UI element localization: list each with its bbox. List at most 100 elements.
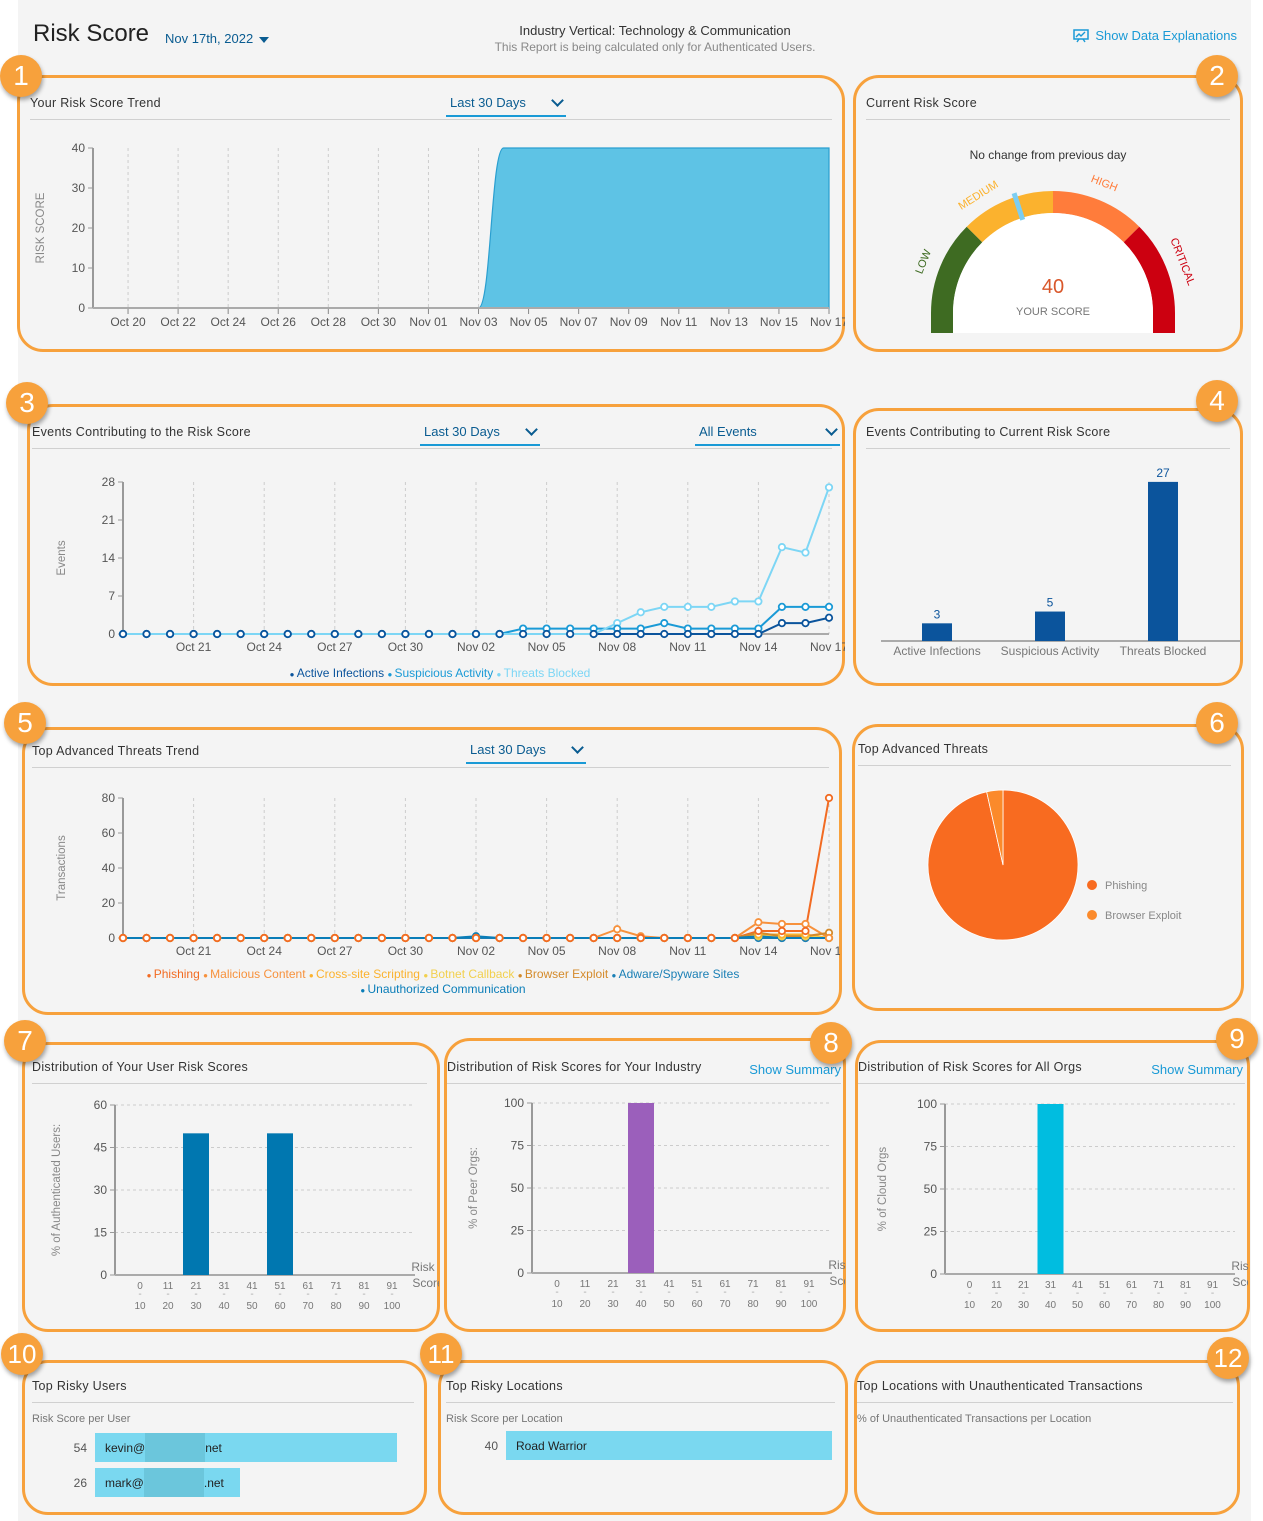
x-tick-label: Nov 05 <box>528 944 566 958</box>
x-tick-sep: - <box>1130 1288 1133 1299</box>
threats-range-dropdown[interactable]: Last 30 Days <box>466 740 586 764</box>
x-tick-sep: - <box>555 1287 558 1298</box>
legend-item[interactable]: Suspicious Activity <box>395 666 497 680</box>
x-tick-label: 80 <box>747 1299 759 1310</box>
x-tick-label: Oct 21 <box>176 944 212 958</box>
date-selector[interactable]: Nov 17th, 2022 <box>165 31 270 46</box>
page-title: Risk Score <box>33 20 150 47</box>
x-tick-sep: - <box>1103 1288 1106 1299</box>
y-axis-label: Events <box>56 540 68 575</box>
legend: ● Phishing ● Malicious Content ● Cross-s… <box>147 967 740 981</box>
y-axis-label: % of Peer Orgs: <box>468 1147 480 1229</box>
gauge-band-low-base <box>931 313 953 333</box>
panel-number-badge: 6 <box>1196 702 1238 744</box>
data-point <box>260 933 269 943</box>
gauge-score-value: 40 <box>1042 276 1064 298</box>
x-tick-label: Oct 28 <box>311 315 347 329</box>
redacted-domain <box>145 1433 206 1462</box>
show-data-explanations-link[interactable]: Show Data Explanations <box>1073 28 1237 43</box>
x-tick-label: Nov 03 <box>460 315 498 329</box>
x-tick-label: 80 <box>330 1301 342 1312</box>
data-point <box>660 619 669 628</box>
gauge-label-critical: CRITICAL <box>1167 236 1197 287</box>
x-tick-label: 50 <box>246 1301 258 1312</box>
data-point <box>730 597 739 606</box>
x-tick-label: 30 <box>607 1299 619 1310</box>
x-tick-label: 30 <box>1018 1300 1030 1311</box>
trend-range-dropdown[interactable]: Last 30 Days <box>446 93 566 117</box>
user-risk-score: 54 <box>73 1440 87 1455</box>
user-risk-score: 26 <box>73 1475 87 1490</box>
x-tick-sep: - <box>306 1289 309 1300</box>
x-tick-label: Nov 11 <box>669 944 706 958</box>
data-point <box>754 926 763 936</box>
events-range-dropdown[interactable]: Last 30 Days <box>420 422 540 446</box>
legend-item[interactable]: Malicious Content <box>210 967 309 981</box>
x-tick-label: Nov 01 <box>409 315 447 329</box>
risky-user-row[interactable]: 26 mark@ .net <box>35 1468 241 1497</box>
y-tick-label: 40 <box>72 141 86 155</box>
data-point <box>824 613 834 622</box>
x-tick-label: Nov 11 <box>669 640 706 654</box>
data-point <box>707 629 716 639</box>
legend-dot: ● <box>203 971 210 980</box>
legend-dot: ● <box>309 971 316 980</box>
legend-item[interactable]: Unauthorized Communication <box>367 982 525 996</box>
risky-user-row[interactable]: 54 kevin@ net <box>35 1433 397 1462</box>
legend: ● Active Infections ● Suspicious Activit… <box>290 666 591 680</box>
x-tick-label: 70 <box>302 1301 314 1312</box>
unauth-locations-panel: Top Locations with Unauthenticated Trans… <box>854 1360 1240 1515</box>
legend-item[interactable]: Active Infections <box>297 666 388 680</box>
risky-location-row[interactable]: 40 Road Warrior <box>446 1431 832 1460</box>
x-tick-label: Nov 02 <box>457 944 495 958</box>
y-tick-label: 15 <box>94 1226 108 1240</box>
legend-item[interactable]: Browser Exploit <box>525 967 612 981</box>
x-tick-sep: - <box>723 1287 726 1298</box>
data-point <box>377 629 386 639</box>
data-point <box>824 933 834 943</box>
data-point <box>542 933 551 943</box>
x-tick-label: Nov 14 <box>739 640 777 654</box>
legend: ● Unauthorized Communication <box>360 982 525 996</box>
x-tick-label: 20 <box>162 1301 174 1312</box>
y-tick-label: 30 <box>94 1183 108 1197</box>
x-tick-label: Oct 24 <box>247 944 283 958</box>
data-point <box>707 602 716 611</box>
chevron-down-icon <box>525 422 538 436</box>
panel-number-badge: 7 <box>4 1020 46 1062</box>
bar <box>1037 1104 1064 1274</box>
y-axis-label: % of Cloud Orgs <box>877 1147 889 1232</box>
x-tick-label: Nov 08 <box>598 640 636 654</box>
legend-dot: ● <box>360 986 367 995</box>
data-point <box>189 629 198 639</box>
dropdown-value: Last 30 Days <box>470 742 546 757</box>
legend-item[interactable]: Threats Blocked <box>504 666 591 680</box>
y-tick-label: 30 <box>72 181 86 195</box>
y-tick-label: 25 <box>924 1225 938 1239</box>
events-filter-dropdown[interactable]: All Events <box>695 422 840 446</box>
data-point <box>589 933 598 943</box>
legend-item[interactable]: Botnet Callback <box>430 967 517 981</box>
x-tick-sep: - <box>695 1287 698 1298</box>
y-tick-label: 21 <box>102 513 116 527</box>
x-axis-label: Risk <box>411 1260 435 1274</box>
all-orgs-show-summary-link[interactable]: Show Summary <box>1151 1062 1243 1077</box>
legend-item[interactable]: Cross-site Scripting <box>316 967 423 981</box>
x-tick-sep: - <box>222 1289 225 1300</box>
x-tick-label: 50 <box>1072 1300 1084 1311</box>
x-tick-sep: - <box>751 1287 754 1298</box>
industry-show-summary-link[interactable]: Show Summary <box>749 1062 841 1077</box>
x-tick-sep: - <box>611 1287 614 1298</box>
data-point <box>801 926 810 936</box>
legend-item[interactable]: Phishing <box>154 967 203 981</box>
current-events-bar-chart: 3 Active Infections 5 Suspicious Activity 27… <box>881 466 1241 658</box>
x-tick-sep: - <box>807 1287 810 1298</box>
x-tick-sep: - <box>667 1287 670 1298</box>
panel-number-badge: 2 <box>1196 55 1238 97</box>
threats-trend-panel: Top Advanced Threats Trend Last 30 Days … <box>22 727 842 1015</box>
legend-label: Browser Exploit <box>1105 910 1181 922</box>
x-tick-label: 30 <box>190 1301 202 1312</box>
x-tick-label: 10 <box>551 1299 563 1310</box>
legend-item[interactable]: Adware/Spyware Sites <box>619 967 740 981</box>
x-tick-label: 70 <box>719 1299 731 1310</box>
